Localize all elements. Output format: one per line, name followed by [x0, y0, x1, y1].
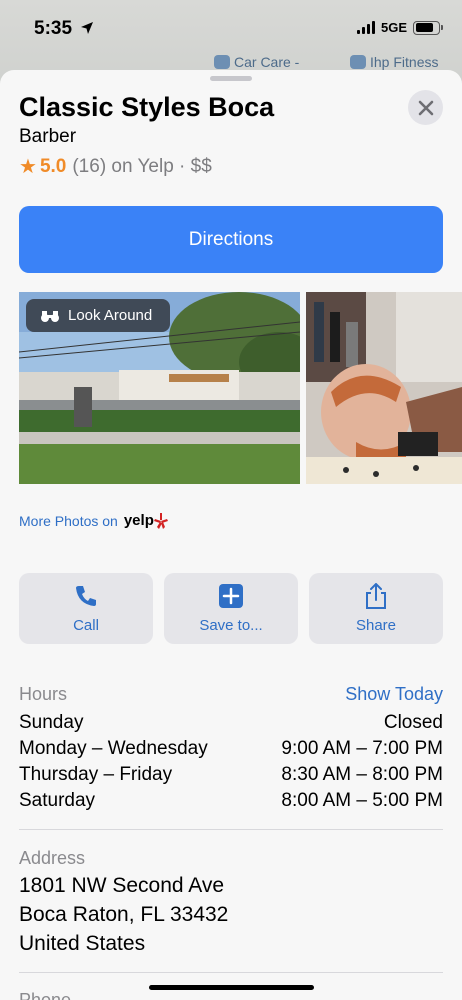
address-line[interactable]: Boca Raton, FL 33432: [19, 903, 228, 927]
phone-icon: [76, 586, 96, 606]
yelp-burst-icon: [153, 512, 168, 529]
call-label: Call: [73, 617, 99, 634]
yelp-logo: yelp: [124, 512, 168, 529]
more-photos-link[interactable]: More Photos on yelp: [19, 512, 168, 529]
car-icon: [214, 55, 230, 69]
binoculars-icon: [41, 310, 59, 322]
address-line[interactable]: 1801 NW Second Ave: [19, 874, 224, 898]
show-today-link[interactable]: Show Today: [345, 684, 443, 705]
home-indicator[interactable]: [149, 985, 314, 990]
hours-row: Thursday – Friday 8:30 AM – 8:00 PM: [19, 764, 443, 785]
divider: [19, 972, 443, 973]
share-icon: [366, 583, 386, 609]
location-arrow-icon: [81, 22, 93, 34]
signal-icon: [356, 21, 375, 34]
status-indicators: 5GE: [356, 20, 443, 35]
more-photos-label: More Photos on: [19, 512, 118, 529]
dumbbell-icon: [350, 55, 366, 69]
close-button[interactable]: [408, 90, 443, 125]
battery-icon: [413, 20, 443, 35]
call-button[interactable]: Call: [19, 573, 153, 644]
save-to-label: Save to...: [199, 617, 263, 634]
rating-details: (16) on Yelp · $$: [72, 155, 212, 177]
hours-label: Hours: [19, 684, 68, 704]
share-label: Share: [355, 617, 397, 634]
hours-row: Saturday 8:00 AM – 5:00 PM: [19, 790, 443, 811]
add-square-icon: [219, 584, 243, 608]
address-line[interactable]: United States: [19, 932, 145, 956]
place-card-sheet: Classic Styles Boca Barber ★ 5.0 (16) on…: [0, 70, 462, 1000]
save-to-button[interactable]: Save to...: [164, 573, 298, 644]
look-around-button[interactable]: Look Around: [26, 299, 171, 332]
rating-score: 5.0: [39, 155, 67, 177]
look-around-label: Look Around: [68, 307, 153, 324]
hours-row: Sunday Closed: [19, 712, 443, 733]
close-icon: [418, 100, 433, 115]
map-label-car-care[interactable]: Car Care -: [214, 54, 299, 70]
place-title: Classic Styles Boca: [19, 92, 275, 122]
rating-line[interactable]: ★ 5.0 (16) on Yelp · $$: [19, 154, 212, 179]
barber-photo[interactable]: [306, 292, 462, 484]
place-category: Barber: [19, 126, 77, 147]
hours-row: Monday – Wednesday 9:00 AM – 7:00 PM: [19, 738, 443, 759]
phone-label: Phone: [19, 990, 72, 1000]
directions-button[interactable]: Directions: [19, 206, 443, 273]
network-type: 5GE: [380, 20, 407, 35]
star-icon: ★: [19, 156, 37, 178]
divider: [19, 829, 443, 830]
sheet-grabber[interactable]: [210, 76, 252, 81]
barber-photo-image: [306, 292, 462, 484]
address-label: Address: [19, 848, 86, 868]
share-button[interactable]: Share: [309, 573, 443, 644]
look-around-photo[interactable]: Look Around: [19, 292, 300, 484]
status-time: 5:35: [34, 18, 73, 39]
map-label-fitness[interactable]: Ihp Fitness: [350, 54, 438, 70]
